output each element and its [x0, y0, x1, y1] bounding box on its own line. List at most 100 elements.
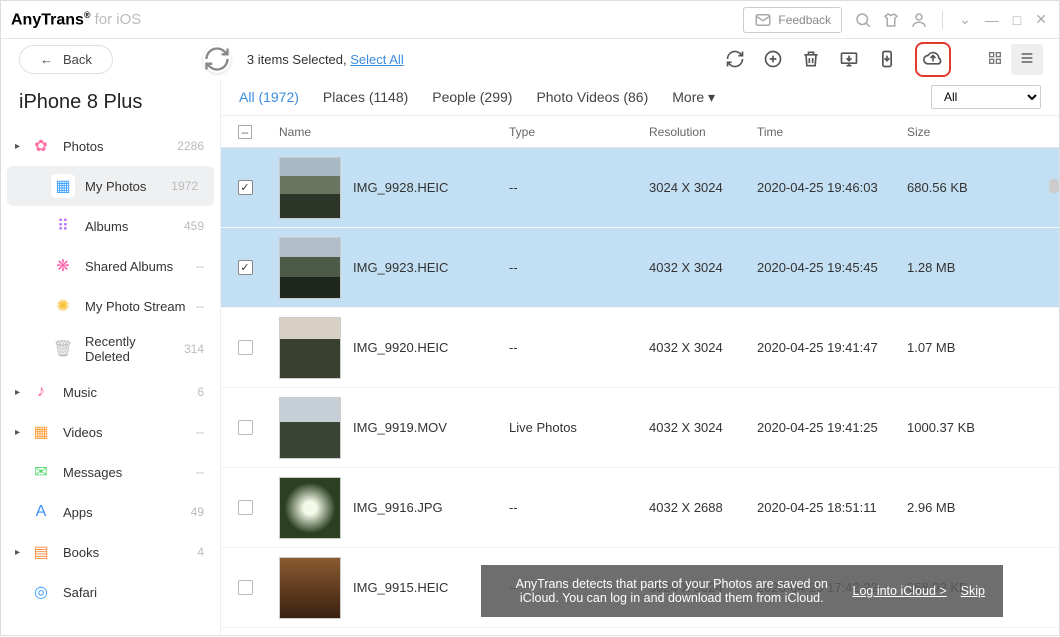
chevron-icon: ▸ — [15, 387, 25, 398]
tab-people[interactable]: People (299) — [432, 89, 512, 105]
back-button[interactable]: ← Back — [19, 45, 113, 74]
sidebar-item-books[interactable]: ▸ ▤ Books4 — [1, 532, 220, 572]
category-icon: 🗑 — [51, 337, 75, 361]
refresh-button[interactable] — [203, 45, 231, 73]
chevron-icon: ▸ — [15, 141, 25, 152]
scrollbar[interactable] — [1049, 179, 1059, 193]
thumbnail — [279, 317, 341, 379]
more-dropdown[interactable]: More ▾ — [672, 89, 715, 106]
sidebar: iPhone 8 Plus ▸✿Photos2286▦My Photos1972… — [1, 79, 221, 637]
sidebar-count: -- — [196, 299, 204, 313]
category-icon: A — [29, 500, 53, 524]
file-time: 2020-04-25 19:46:03 — [757, 180, 907, 195]
file-size: 680.56 KB — [907, 180, 1017, 195]
file-name: IMG_9923.HEIC — [353, 260, 448, 275]
category-icon: ❋ — [51, 254, 75, 278]
category-icon: ▤ — [29, 540, 53, 564]
add-icon[interactable] — [763, 49, 783, 69]
table-row[interactable]: IMG_9920.HEIC--4032 X 30242020-04-25 19:… — [221, 308, 1059, 388]
delete-icon[interactable] — [801, 49, 821, 69]
filter-dropdown[interactable]: All — [931, 85, 1041, 109]
col-size[interactable]: Size — [907, 125, 1017, 139]
sync-icon[interactable] — [725, 49, 745, 69]
skip-link[interactable]: Skip — [961, 584, 985, 598]
sidebar-label: Books — [63, 545, 197, 560]
file-time: 2020-04-25 18:51:11 — [757, 500, 907, 515]
file-type: -- — [509, 340, 649, 355]
file-size: 1.28 MB — [907, 260, 1017, 275]
sidebar-item-my-photo-stream[interactable]: ✺My Photo Stream-- — [1, 286, 220, 326]
col-resolution[interactable]: Resolution — [649, 125, 757, 139]
thumbnail — [279, 397, 341, 459]
search-icon[interactable] — [854, 11, 872, 29]
login-icloud-link[interactable]: Log into iCloud > — [853, 584, 947, 598]
row-checkbox[interactable] — [238, 420, 253, 435]
dropdown-icon[interactable]: ⌄ — [957, 11, 973, 28]
sidebar-count: 6 — [197, 385, 204, 399]
sidebar-item-photos[interactable]: ▸✿Photos2286 — [1, 126, 220, 166]
table-row[interactable]: ✓IMG_9923.HEIC--4032 X 30242020-04-25 19… — [221, 228, 1059, 308]
table-row[interactable]: ✓ IMG_9928.HEIC --3024 X 30242020-04-25 19… — [221, 148, 1059, 228]
thumbnail — [279, 477, 341, 539]
file-size: 1.07 MB — [907, 340, 1017, 355]
to-icloud-button[interactable] — [915, 42, 951, 77]
app-reg: ® — [84, 10, 91, 20]
sidebar-item-shared-albums[interactable]: ❋ Shared Albums-- — [1, 246, 220, 286]
thumbnail — [279, 157, 341, 219]
sidebar-item-safari[interactable]: ◎ Safari — [1, 572, 220, 612]
sidebar-item-albums[interactable]: ⠿Albums459 — [1, 206, 220, 246]
sidebar-count: 49 — [191, 505, 204, 519]
row-checkbox[interactable]: ✓ — [238, 180, 253, 195]
file-resolution: 3024 X 3024 — [649, 180, 757, 195]
category-icon: ◎ — [29, 580, 53, 604]
sidebar-item-videos[interactable]: ▸▦Videos-- — [1, 412, 220, 452]
sidebar-item-apps[interactable]: AApps49 — [1, 492, 220, 532]
chevron-icon: ▸ — [15, 547, 25, 558]
file-type: -- — [509, 180, 649, 195]
category-icon: ⠿ — [51, 214, 75, 238]
notif-message: AnyTrans detects that parts of your Phot… — [499, 577, 845, 605]
table-row[interactable]: IMG_9919.MOVLive Photos4032 X 30242020-0… — [221, 388, 1059, 468]
row-checkbox[interactable] — [238, 340, 253, 355]
row-checkbox[interactable]: ✓ — [238, 260, 253, 275]
sidebar-label: Shared Albums — [85, 259, 196, 274]
sidebar-item-recently-deleted[interactable]: 🗑Recently Deleted314 — [1, 326, 220, 372]
app-platform: for iOS — [95, 11, 142, 28]
row-checkbox[interactable] — [238, 580, 253, 595]
device-name: iPhone 8 Plus — [1, 85, 220, 126]
tab-photo[interactable]: Photo Videos (86) — [536, 89, 648, 105]
col-type[interactable]: Type — [509, 125, 649, 139]
table-row[interactable]: IMG_9916.JPG--4032 X 26882020-04-25 18:5… — [221, 468, 1059, 548]
col-time[interactable]: Time — [757, 125, 907, 139]
sidebar-item-messages[interactable]: ✉Messages-- — [1, 452, 220, 492]
table-header: – Name Type Resolution Time Size — [221, 116, 1059, 148]
tab-all[interactable]: All (1972) — [239, 89, 299, 105]
sidebar-label: Safari — [63, 585, 204, 600]
sidebar-count: 2286 — [177, 139, 204, 153]
minimize-button[interactable]: — — [983, 12, 1001, 28]
sidebar-count: 4 — [197, 545, 204, 559]
sidebar-item-music[interactable]: ▸♪Music6 — [1, 372, 220, 412]
arrow-left-icon: ← — [40, 52, 53, 67]
to-pc-icon[interactable] — [839, 49, 859, 69]
file-name: IMG_9916.JPG — [353, 500, 443, 515]
grid-view-button[interactable] — [979, 44, 1011, 75]
close-button[interactable]: ✕ — [1033, 11, 1049, 28]
select-all-link[interactable]: Select All — [350, 52, 403, 67]
user-icon[interactable] — [910, 11, 928, 29]
col-name[interactable]: Name — [269, 125, 509, 139]
file-name: IMG_9928.HEIC — [353, 180, 448, 195]
row-checkbox[interactable] — [238, 500, 253, 515]
to-device-icon[interactable] — [877, 49, 897, 69]
shirt-icon[interactable] — [882, 11, 900, 29]
sidebar-count: -- — [196, 425, 204, 439]
feedback-button[interactable]: Feedback — [743, 7, 842, 33]
sidebar-item-my-photos[interactable]: ▦My Photos1972 — [7, 166, 214, 206]
tab-places[interactable]: Places (1148) — [323, 89, 408, 105]
maximize-button[interactable]: □ — [1011, 12, 1023, 28]
sidebar-count: -- — [196, 259, 204, 273]
file-resolution: 4032 X 3024 — [649, 260, 757, 275]
list-view-button[interactable] — [1011, 44, 1043, 75]
select-all-checkbox[interactable]: – — [238, 125, 252, 139]
category-icon: ▦ — [29, 420, 53, 444]
